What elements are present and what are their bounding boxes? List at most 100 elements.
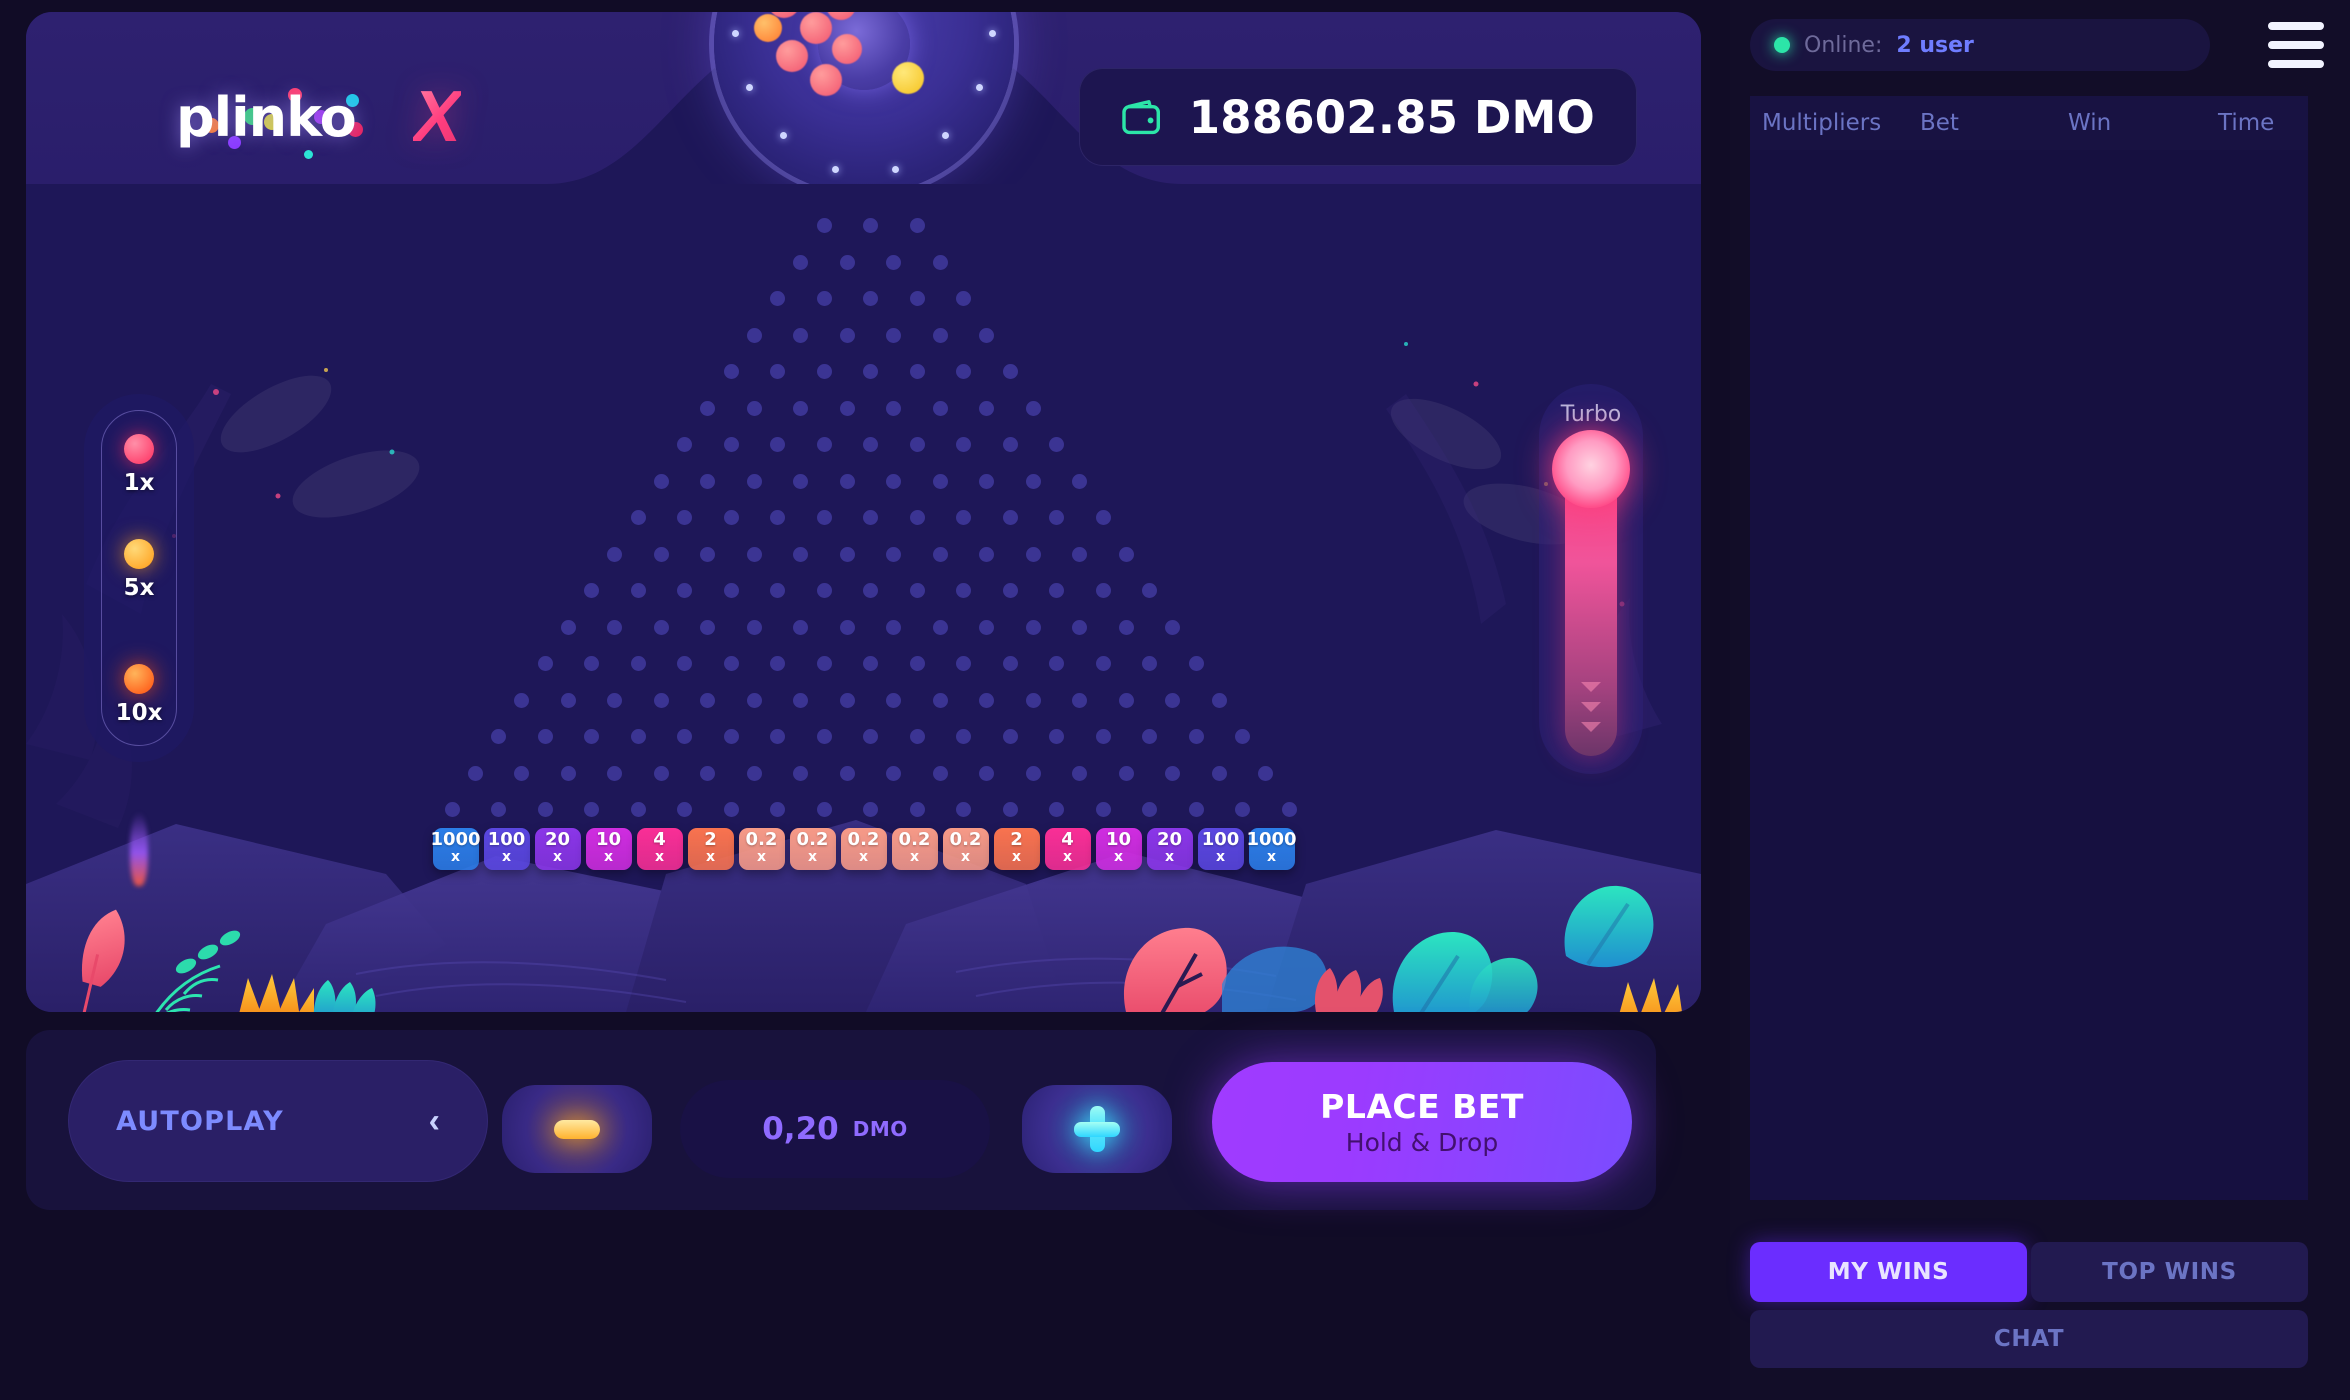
multiplier-slot-suffix: x	[960, 849, 971, 866]
peg	[1049, 656, 1064, 671]
place-bet-button[interactable]: PLACE BET Hold & Drop	[1212, 1062, 1632, 1182]
multiplier-slot-suffix: x	[858, 849, 869, 866]
peg	[979, 473, 995, 489]
play-field: 1x 5x 10x Turbo 1000 x 100 x 20 x 10 x 4 x 2 x 0.2	[26, 184, 1701, 1012]
peg	[886, 254, 902, 270]
peg	[770, 656, 785, 671]
multiplier-slot-suffix: x	[603, 849, 614, 866]
multiplier-slot-value: 0.2	[847, 829, 880, 851]
peg	[467, 765, 483, 781]
peg	[1049, 729, 1064, 744]
peg	[723, 729, 739, 744]
peg	[886, 692, 902, 708]
increase-bet-button[interactable]	[1022, 1085, 1172, 1173]
peg	[979, 546, 995, 562]
peg	[1072, 546, 1088, 562]
peg	[1049, 437, 1064, 452]
peg	[956, 291, 971, 306]
multiplier-slot-suffix: x	[807, 849, 818, 866]
peg	[816, 437, 832, 452]
peg	[584, 802, 599, 817]
peg	[839, 619, 855, 635]
peg	[909, 437, 925, 452]
autoplay-button[interactable]: AUTOPLAY ‹	[68, 1060, 488, 1182]
peg	[444, 802, 460, 817]
column-header-time: Time	[2218, 110, 2275, 136]
multiplier-slot-value: 0.2	[796, 829, 829, 851]
peg	[630, 583, 646, 598]
peg	[537, 656, 553, 671]
peg	[770, 802, 785, 817]
multiplier-slot-value: 0.2	[898, 829, 931, 851]
peg	[1142, 583, 1157, 598]
peg	[653, 619, 669, 635]
peg	[607, 692, 623, 708]
peg	[1025, 546, 1041, 562]
peg	[909, 729, 925, 744]
rail-label-1x: 1x	[123, 470, 155, 496]
rail-ball-5x	[124, 539, 154, 569]
bet-currency: DMO	[852, 1117, 908, 1141]
peg	[816, 510, 832, 525]
peg	[1072, 619, 1088, 635]
peg	[560, 765, 576, 781]
peg	[653, 765, 669, 781]
peg	[816, 218, 832, 233]
history-table-header: Multipliers Bet Win Time	[1750, 96, 2308, 150]
peg	[909, 802, 925, 817]
ball-multiplier-rail[interactable]: 1x 5x 10x	[84, 394, 194, 886]
peg	[793, 473, 809, 489]
peg	[1235, 802, 1250, 817]
decrease-bet-button[interactable]	[502, 1085, 652, 1173]
multiplier-slot-suffix: x	[705, 849, 716, 866]
peg	[677, 729, 692, 744]
peg	[1002, 510, 1018, 525]
turbo-slider[interactable]: Turbo	[1539, 384, 1643, 774]
multiplier-slot: 0.2 x	[840, 828, 887, 870]
rail-ball-10x	[124, 664, 154, 694]
peg	[886, 327, 902, 343]
hamburger-menu-icon[interactable]	[2268, 22, 2324, 68]
turbo-knob[interactable]	[1552, 430, 1630, 508]
multiplier-slot: 0.2 x	[942, 828, 989, 870]
peg	[584, 656, 599, 671]
balance-display[interactable]: 188602.85 DMO	[1078, 68, 1637, 166]
multiplier-slot-value: 20	[544, 829, 571, 851]
peg	[1049, 583, 1064, 598]
peg	[863, 364, 878, 379]
peg	[770, 583, 785, 598]
peg	[1118, 692, 1134, 708]
tab-top-wins[interactable]: TOP WINS	[2031, 1242, 2308, 1302]
peg	[1188, 802, 1204, 817]
peg	[630, 729, 646, 744]
peg	[770, 510, 785, 525]
tab-my-wins[interactable]: MY WINS	[1750, 1242, 2027, 1302]
peg	[1072, 765, 1088, 781]
peg	[1095, 729, 1111, 744]
chat-button[interactable]: CHAT	[1750, 1310, 2308, 1368]
peg	[1211, 692, 1227, 708]
bet-amount-display[interactable]: 0,20 DMO	[680, 1080, 990, 1178]
peg	[956, 364, 971, 379]
peg	[979, 400, 995, 416]
side-panel: Online: 2 user Multipliers Bet Win Time …	[1730, 0, 2350, 1380]
multiplier-slot: 100 x	[483, 828, 530, 870]
peg	[816, 802, 832, 817]
wallet-icon	[1122, 100, 1160, 135]
peg	[1142, 729, 1157, 744]
peg	[537, 802, 553, 817]
peg	[1095, 583, 1111, 598]
multiplier-slot-suffix: x	[654, 849, 665, 866]
multiplier-slot-suffix: x	[909, 849, 920, 866]
peg	[607, 765, 623, 781]
peg	[607, 546, 623, 562]
peg	[793, 254, 809, 270]
peg	[514, 692, 530, 708]
peg	[491, 802, 506, 817]
balance-amount: 188602.85 DMO	[1188, 90, 1595, 144]
peg	[909, 218, 925, 233]
rail-label-5x: 5x	[123, 575, 155, 601]
brand-x-mark: X	[413, 77, 462, 157]
peg-grid	[26, 184, 1701, 1012]
peg	[839, 327, 855, 343]
